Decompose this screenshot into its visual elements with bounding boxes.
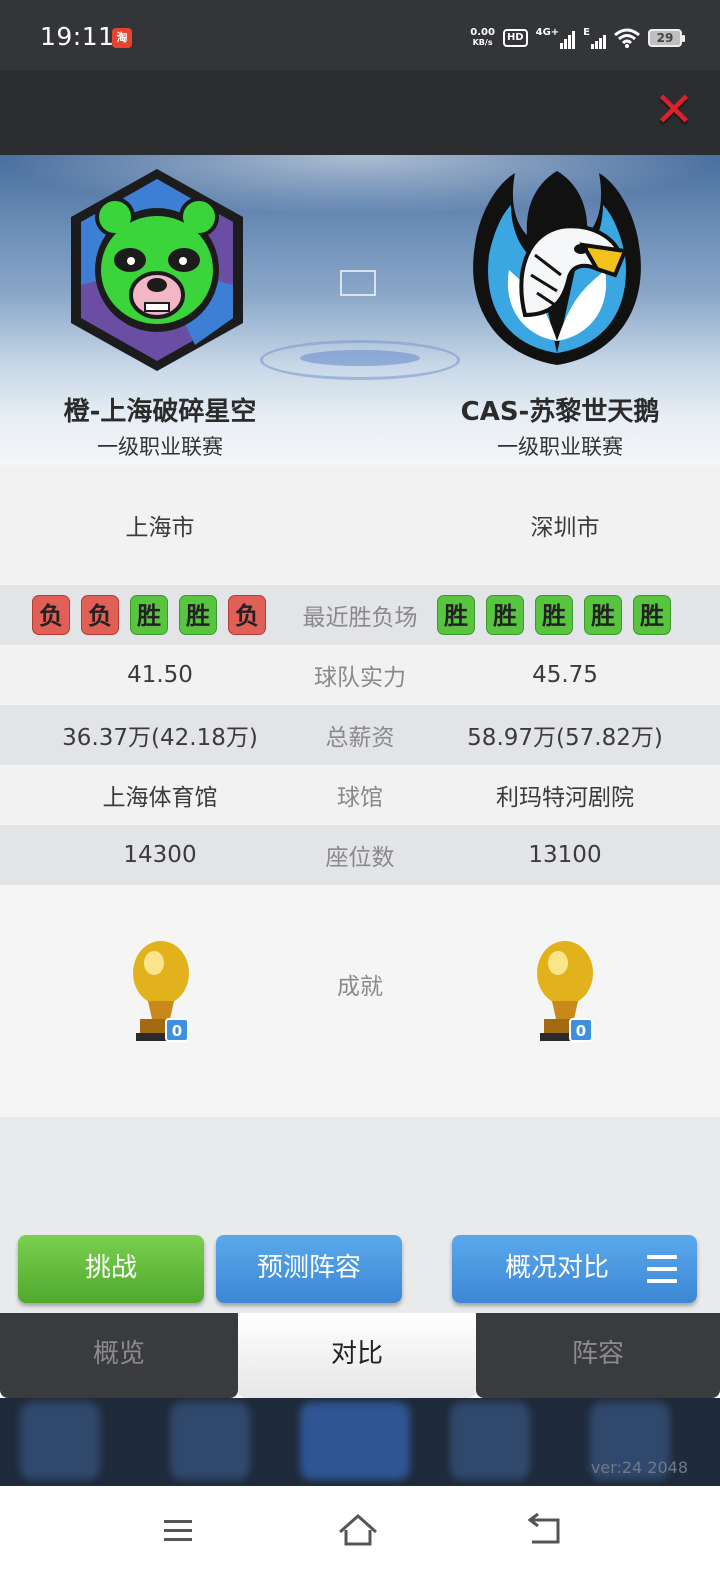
- right-team-name: CAS-苏黎世天鹅: [460, 397, 660, 427]
- blurred-menu-icon: [300, 1402, 410, 1480]
- hd-icon: HD: [502, 29, 528, 47]
- back-nav-icon[interactable]: [514, 1506, 574, 1556]
- battery-icon: 29: [648, 29, 685, 47]
- left-recent-results: 负 负 胜 胜 负: [32, 595, 266, 635]
- blurred-menu-icon: [20, 1402, 100, 1480]
- status-time: 19:11: [40, 22, 115, 51]
- result-badge: 负: [228, 595, 266, 635]
- close-icon[interactable]: ✕: [652, 86, 696, 134]
- result-badge: 胜: [535, 595, 573, 635]
- recent-results-label: 最近胜负场: [302, 605, 418, 631]
- right-recent-results: 胜 胜 胜 胜 胜: [437, 595, 671, 635]
- net-speed: 0.00 KB/s: [470, 28, 495, 48]
- right-achievement-count: 0: [576, 1022, 586, 1040]
- left-city: 上海市: [125, 515, 195, 541]
- left-seats: 14300: [123, 842, 197, 868]
- predict-lineup-button[interactable]: 预测阵容: [216, 1235, 402, 1303]
- overview-compare-label: 概况对比: [504, 1253, 609, 1283]
- tab-overview[interactable]: 概览: [0, 1313, 238, 1398]
- blurred-menu-icon: [450, 1402, 530, 1480]
- result-badge: 胜: [130, 595, 168, 635]
- comparison-panel: 上海市 深圳市 负 负 胜 胜 负 最近胜负场 胜 胜 胜 胜 胜 41.50 …: [0, 465, 720, 1315]
- background-menu: ver:24 2048: [0, 1398, 720, 1486]
- left-strength: 41.50: [127, 662, 193, 688]
- overview-compare-button[interactable]: 概况对比: [452, 1235, 697, 1303]
- right-salary: 58.97万(57.82万): [467, 725, 663, 751]
- network-label-1: 4G+: [535, 27, 560, 38]
- row-seats: 14300 座位数 13100: [0, 825, 720, 885]
- signal-4g-icon: 4G+: [536, 27, 576, 49]
- net-speed-value: 0.00: [470, 27, 495, 38]
- row-salary: 36.37万(42.18万) 总薪资 58.97万(57.82万): [0, 705, 720, 765]
- left-team-name: 橙-上海破碎星空: [63, 397, 257, 427]
- network-label-2: E: [583, 27, 590, 38]
- result-badge: 负: [81, 595, 119, 635]
- achievement-section: 成就 0 0: [0, 885, 720, 1117]
- panda-logo-icon[interactable]: [65, 165, 249, 375]
- team-header: 橙-上海破碎星空 一级职业联赛 CAS-苏黎世天鹅 一级职业联赛: [0, 155, 720, 465]
- result-badge: 胜: [584, 595, 622, 635]
- row-arena: 上海体育馆 球馆 利玛特河剧院: [0, 765, 720, 825]
- taobao-app-icon: 淘: [112, 28, 132, 48]
- system-nav-bar: [0, 1486, 720, 1584]
- tab-bar: 概览 对比 阵容: [0, 1313, 720, 1398]
- signal-e-icon: E: [583, 27, 606, 49]
- left-trophy-icon[interactable]: 0: [126, 935, 196, 1045]
- status-bar: 19:11 淘 0.00 KB/s HD 4G+ E 29: [0, 0, 720, 70]
- left-achievement-count: 0: [172, 1022, 182, 1040]
- blurred-menu-icon: [170, 1402, 250, 1480]
- left-arena: 上海体育馆: [102, 785, 218, 811]
- status-indicators: 0.00 KB/s HD 4G+ E 29: [470, 24, 685, 52]
- result-badge: 胜: [179, 595, 217, 635]
- home-nav-icon[interactable]: [328, 1506, 388, 1556]
- result-badge: 胜: [633, 595, 671, 635]
- left-team-league: 一级职业联赛: [97, 435, 223, 459]
- eagle-logo-icon[interactable]: [465, 165, 649, 375]
- hoop-backboard: [340, 270, 376, 296]
- court-center: [300, 350, 420, 366]
- challenge-button[interactable]: 挑战: [18, 1235, 204, 1303]
- result-badge: 胜: [486, 595, 524, 635]
- left-salary: 36.37万(42.18万): [62, 725, 258, 751]
- right-trophy-icon[interactable]: 0: [530, 935, 600, 1045]
- row-city: 上海市 深圳市: [0, 495, 720, 555]
- result-badge: 胜: [437, 595, 475, 635]
- menu-icon: [647, 1255, 677, 1283]
- row-strength: 41.50 球队实力 45.75: [0, 645, 720, 705]
- tab-compare[interactable]: 对比: [238, 1313, 476, 1398]
- wifi-icon: [614, 28, 640, 48]
- menu-nav-icon[interactable]: [148, 1506, 208, 1556]
- tab-lineup[interactable]: 阵容: [476, 1313, 720, 1398]
- row-recent-results: 负 负 胜 胜 负 最近胜负场 胜 胜 胜 胜 胜: [0, 585, 720, 645]
- right-seats: 13100: [528, 842, 602, 868]
- version-label: ver:24 2048: [590, 1458, 688, 1477]
- right-team-league: 一级职业联赛: [497, 435, 623, 459]
- achievement-label: 成就: [337, 974, 383, 1000]
- dialog-header: ✕: [0, 70, 720, 155]
- right-arena: 利玛特河剧院: [496, 785, 634, 811]
- net-speed-unit: KB/s: [472, 38, 493, 47]
- right-strength: 45.75: [532, 662, 598, 688]
- result-badge: 负: [32, 595, 70, 635]
- right-city: 深圳市: [530, 515, 600, 541]
